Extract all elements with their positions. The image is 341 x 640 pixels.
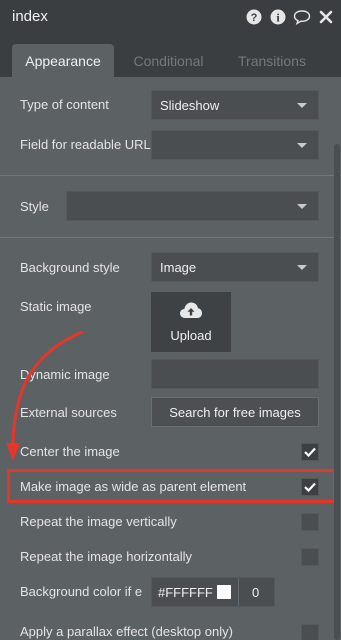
divider	[238, 578, 239, 606]
tab-conditional[interactable]: Conditional	[121, 44, 216, 77]
window-title: index	[12, 8, 48, 25]
background-style-dropdown[interactable]: Image	[151, 252, 319, 282]
upload-label: Upload	[170, 328, 212, 343]
color-swatch[interactable]	[217, 585, 231, 599]
info-icon[interactable]: i	[269, 8, 287, 26]
type-of-content-dropdown[interactable]: Slideshow	[151, 90, 319, 120]
cloud-upload-icon	[179, 301, 203, 322]
dynamic-image-label: Dynamic image	[20, 367, 110, 382]
parallax-checkbox[interactable]	[301, 624, 319, 640]
title-icons: ? i	[245, 8, 335, 26]
comment-icon[interactable]	[293, 8, 311, 26]
title-bar: index ? i	[0, 0, 341, 35]
background-style-label: Background style	[20, 260, 120, 275]
repeat-vertical-label: Repeat the image vertically	[20, 514, 177, 529]
bg-color-label: Background color if e	[20, 584, 143, 599]
type-of-content-value: Slideshow	[160, 97, 220, 113]
center-image-checkbox[interactable]	[301, 443, 319, 461]
tab-appearance[interactable]: Appearance	[12, 44, 114, 77]
bg-color-opacity[interactable]: 0	[252, 585, 259, 600]
external-sources-label: External sources	[20, 405, 117, 420]
help-icon[interactable]: ?	[245, 8, 263, 26]
divider	[0, 237, 341, 238]
tab-transitions[interactable]: Transitions	[226, 44, 318, 77]
repeat-horizontal-checkbox[interactable]	[301, 548, 319, 566]
chevron-down-icon	[297, 204, 307, 209]
repeat-vertical-checkbox[interactable]	[301, 513, 319, 531]
background-style-value: Image	[160, 259, 197, 275]
static-image-label: Static image	[20, 299, 92, 314]
appearance-content: Type of content Slideshow Field for read…	[0, 77, 341, 640]
chevron-down-icon	[297, 103, 307, 108]
type-of-content-label: Type of content	[20, 97, 109, 112]
center-image-label: Center the image	[20, 444, 120, 459]
upload-button[interactable]: Upload	[151, 292, 231, 352]
readable-url-label: Field for readable URL	[20, 137, 151, 152]
search-free-images-button[interactable]: Search for free images	[151, 397, 319, 427]
readable-url-dropdown[interactable]	[151, 130, 319, 160]
parallax-label: Apply a parallax effect (desktop only)	[20, 624, 233, 639]
chevron-down-icon	[297, 143, 307, 148]
divider	[0, 175, 341, 176]
property-editor-panel: index ? i Appearance Conditional Transit…	[0, 0, 341, 640]
dynamic-image-input[interactable]	[151, 359, 319, 389]
bg-color-hex[interactable]: #FFFFFF	[158, 585, 213, 600]
scrollbar[interactable]	[334, 144, 340, 640]
bg-color-picker[interactable]: #FFFFFF 0	[151, 577, 275, 607]
check-icon	[304, 447, 316, 457]
highlight-box	[7, 469, 336, 503]
svg-text:?: ?	[251, 12, 258, 24]
tab-bar: Appearance Conditional Transitions	[0, 35, 341, 77]
repeat-horizontal-label: Repeat the image horizontally	[20, 549, 192, 564]
style-dropdown[interactable]	[66, 191, 319, 221]
close-icon[interactable]	[317, 8, 335, 26]
chevron-down-icon	[297, 265, 307, 270]
style-label: Style	[20, 199, 49, 214]
